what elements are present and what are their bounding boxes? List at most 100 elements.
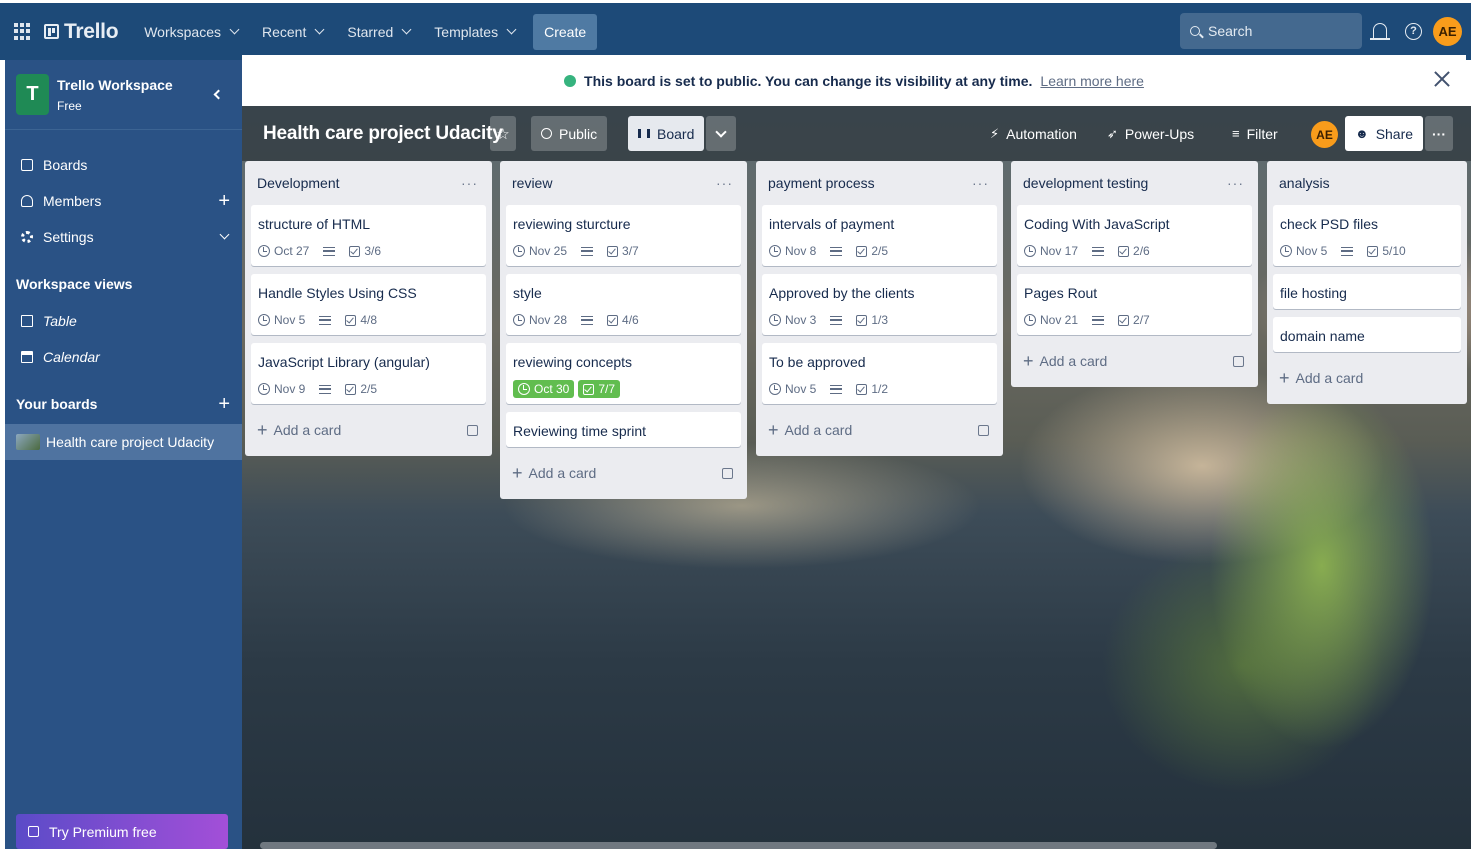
nav-starred[interactable]: Starred — [339, 14, 418, 50]
checklist-badge: 2/5 — [856, 244, 888, 258]
add-card-button[interactable]: + Add a card — [506, 455, 741, 491]
sidebar-board-health-care[interactable]: Health care project Udacity — [5, 424, 242, 460]
view-switcher-button[interactable] — [706, 116, 736, 151]
sidebar-item-settings[interactable]: Settings — [5, 220, 242, 254]
list-title[interactable]: analysis — [1279, 175, 1330, 191]
visibility-button[interactable]: Public — [531, 116, 608, 151]
nav-templates[interactable]: Templates — [426, 14, 523, 50]
app-switcher-icon[interactable] — [14, 22, 32, 41]
board-horizontal-scrollbar[interactable] — [260, 842, 1217, 849]
add-board-icon[interactable]: + — [218, 394, 230, 414]
list-title[interactable]: review — [512, 175, 552, 191]
due-date-complete-badge[interactable]: Oct 30 — [513, 380, 575, 398]
chevron-down-icon — [506, 24, 517, 35]
member-avatar[interactable]: AE — [1311, 121, 1338, 148]
card[interactable]: file hosting — [1273, 274, 1461, 309]
card[interactable]: reviewing concepts Oct 30 7/7 — [506, 343, 741, 404]
sidebar: T Trello Workspace Free Boards Members +… — [5, 60, 242, 849]
list-development-testing: development testing ··· Coding With JavaS… — [1011, 161, 1258, 387]
workspace-name[interactable]: Trello Workspace — [57, 77, 173, 93]
card[interactable]: Coding With JavaScript Nov 17 2/6 — [1017, 205, 1252, 266]
checklist-icon — [349, 245, 361, 257]
add-card-button[interactable]: + Add a card — [762, 412, 997, 448]
card-template-icon[interactable] — [467, 424, 478, 436]
plus-icon: + — [257, 420, 268, 440]
chevron-down-icon[interactable] — [219, 229, 230, 240]
clock-icon — [1280, 245, 1292, 257]
description-icon — [1092, 315, 1105, 325]
description-icon — [319, 384, 332, 394]
card[interactable]: style Nov 28 4/6 — [506, 274, 741, 335]
checklist-icon — [607, 245, 619, 257]
trello-logo[interactable]: Trello — [44, 20, 119, 44]
card-template-icon[interactable] — [1233, 355, 1244, 367]
clock-icon — [769, 314, 781, 326]
checklist-icon — [856, 245, 868, 257]
your-boards-heading: Your boards — [16, 396, 98, 412]
card[interactable]: domain name — [1273, 317, 1461, 352]
card[interactable]: Handle Styles Using CSS Nov 5 4/8 — [251, 274, 486, 335]
star-board-button[interactable]: ☆ — [490, 116, 516, 151]
card-template-icon[interactable] — [978, 424, 989, 436]
card[interactable]: structure of HTML Oct 27 3/6 — [251, 205, 486, 266]
sidebar-item-boards[interactable]: Boards — [5, 148, 242, 182]
due-date-badge: Nov 3 — [769, 313, 816, 327]
help-icon[interactable]: ? — [1405, 23, 1422, 40]
checklist-badge: 5/10 — [1367, 244, 1406, 258]
description-icon — [830, 384, 843, 394]
premium-icon — [28, 826, 39, 837]
list-menu-icon[interactable]: ··· — [716, 175, 733, 191]
powerups-button[interactable]: ➶ Power-Ups — [1097, 116, 1204, 151]
nav-workspaces[interactable]: Workspaces — [136, 14, 246, 50]
sidebar-item-calendar[interactable]: Calendar — [5, 340, 242, 374]
nav-recent[interactable]: Recent — [254, 14, 331, 50]
create-button[interactable]: Create — [533, 13, 598, 50]
add-card-button[interactable]: + Add a card — [251, 412, 486, 448]
sidebar-item-table[interactable]: Table — [5, 304, 242, 338]
board-canvas: Health care project Udacity ☆ Public Boa… — [242, 106, 1471, 849]
list-menu-icon[interactable]: ··· — [972, 175, 989, 191]
card-template-icon[interactable] — [722, 467, 733, 479]
checklist-icon — [856, 314, 868, 326]
collapse-sidebar-icon[interactable] — [213, 89, 224, 100]
clock-icon — [1024, 245, 1036, 257]
board-title[interactable]: Health care project Udacity — [263, 123, 503, 145]
filter-button[interactable]: ≡ Filter — [1222, 116, 1288, 151]
card[interactable]: intervals of payment Nov 8 2/5 — [762, 205, 997, 266]
learn-more-link[interactable]: Learn more here — [1040, 73, 1144, 89]
notifications-bell-icon[interactable] — [1370, 23, 1390, 40]
card[interactable]: JavaScript Library (angular) Nov 9 2/5 — [251, 343, 486, 404]
card[interactable]: check PSD files Nov 5 5/10 — [1273, 205, 1461, 266]
workspace-views-heading: Workspace views — [16, 276, 133, 292]
visibility-banner: This board is set to public. You can cha… — [242, 55, 1466, 106]
description-icon — [830, 246, 843, 256]
list-menu-icon[interactable]: ··· — [1227, 175, 1244, 191]
due-date-badge: Nov 8 — [769, 244, 816, 258]
board-menu-button[interactable]: ··· — [1425, 116, 1453, 151]
card[interactable]: Approved by the clients Nov 3 1/3 — [762, 274, 997, 335]
automation-button[interactable]: ⚡ Automation — [980, 116, 1087, 151]
share-button[interactable]: ☻ Share — [1345, 116, 1424, 151]
clock-icon — [769, 245, 781, 257]
add-member-icon[interactable]: + — [218, 191, 230, 211]
due-date-badge: Nov 17 — [1024, 244, 1078, 258]
add-card-button[interactable]: + Add a card — [1273, 360, 1461, 396]
checklist-badge: 1/2 — [856, 382, 888, 396]
workspace-logo: T — [16, 74, 49, 115]
list-title[interactable]: development testing — [1023, 175, 1148, 191]
card[interactable]: Pages Rout Nov 21 2/7 — [1017, 274, 1252, 335]
try-premium-button[interactable]: Try Premium free — [16, 814, 228, 849]
card[interactable]: Reviewing time sprint — [506, 412, 741, 447]
close-icon[interactable] — [1432, 69, 1452, 89]
description-icon — [1092, 246, 1105, 256]
search-input[interactable]: Search — [1180, 13, 1362, 49]
list-title[interactable]: Development — [257, 175, 340, 191]
sidebar-item-members[interactable]: Members + — [5, 184, 242, 218]
list-menu-icon[interactable]: ··· — [461, 175, 478, 191]
card[interactable]: To be approved Nov 5 1/2 — [762, 343, 997, 404]
add-card-button[interactable]: + Add a card — [1017, 343, 1252, 379]
card[interactable]: reviewing sturcture Nov 25 3/7 — [506, 205, 741, 266]
board-view-button[interactable]: Board — [628, 116, 705, 151]
list-title[interactable]: payment process — [768, 175, 875, 191]
user-avatar[interactable]: AE — [1433, 17, 1462, 46]
